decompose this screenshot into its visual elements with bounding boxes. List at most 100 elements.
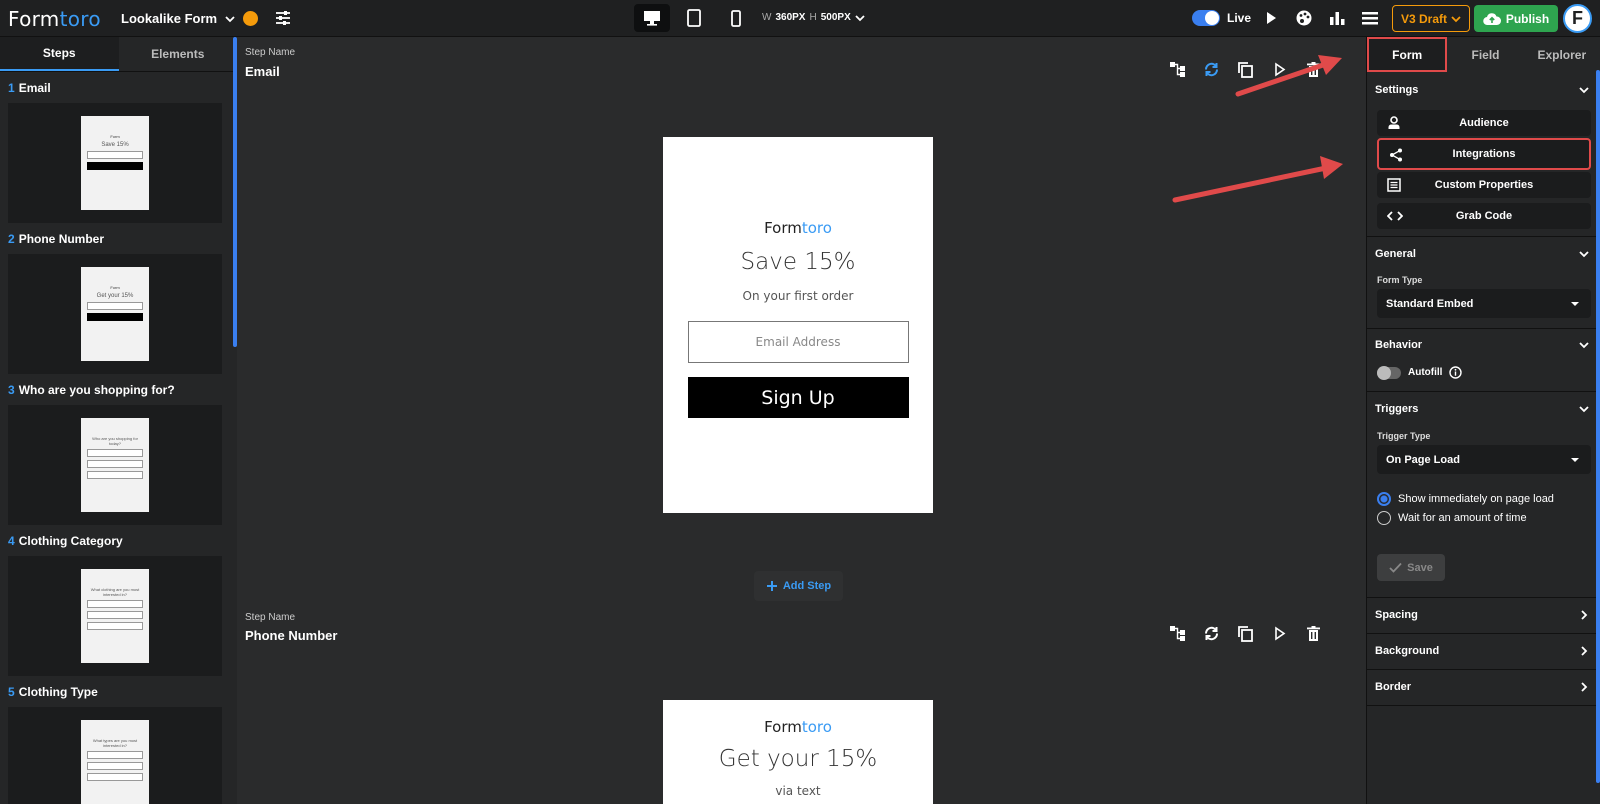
tab-elements[interactable]: Elements bbox=[119, 37, 238, 71]
settings-section-header[interactable]: Settings bbox=[1375, 84, 1589, 96]
sign-up-button[interactable]: Sign Up bbox=[687, 377, 909, 418]
step-toolbar bbox=[1169, 61, 1322, 78]
list-icon bbox=[1387, 178, 1401, 192]
duplicate-icon[interactable] bbox=[1237, 61, 1254, 78]
triggers-section-header[interactable]: Triggers bbox=[1375, 403, 1589, 415]
step-item[interactable]: 5 Clothing Type What types are you most i… bbox=[0, 676, 237, 804]
height-value: 500PX bbox=[820, 12, 851, 23]
step-title: 5 Clothing Type bbox=[8, 685, 98, 699]
tablet-icon[interactable] bbox=[676, 4, 712, 32]
trash-icon[interactable] bbox=[1305, 625, 1322, 642]
radio-wait-time[interactable]: Wait for an amount of time bbox=[1377, 511, 1527, 525]
trigger-type-select[interactable]: On Page Load bbox=[1377, 445, 1591, 474]
tab-field[interactable]: Field bbox=[1447, 37, 1523, 72]
divider bbox=[1367, 705, 1596, 706]
general-section-header[interactable]: General bbox=[1375, 248, 1589, 260]
info-icon[interactable] bbox=[1449, 366, 1463, 379]
step-item[interactable]: 4 Clothing Category What clothing are you… bbox=[0, 525, 237, 676]
step-thumbnail[interactable]: What types are you most interested in? bbox=[8, 707, 222, 804]
form-type-select[interactable]: Standard Embed bbox=[1377, 289, 1591, 318]
step-item[interactable]: 2 Phone Number Form Get your 15% bbox=[0, 223, 237, 374]
desktop-icon[interactable] bbox=[634, 4, 670, 32]
form-preview-phone[interactable]: Formtoro Get your 15% via text bbox=[663, 700, 933, 804]
audience-button[interactable]: Audience bbox=[1377, 110, 1591, 136]
check-icon bbox=[1389, 562, 1402, 573]
app-logo[interactable]: Formtoro bbox=[8, 7, 101, 31]
background-section-header[interactable]: Background bbox=[1375, 645, 1589, 657]
behavior-section-header[interactable]: Behavior bbox=[1375, 339, 1589, 351]
email-input[interactable]: Email Address bbox=[687, 321, 909, 363]
step-thumbnail[interactable]: Form Get your 15% bbox=[8, 254, 222, 374]
menu-icon[interactable] bbox=[1361, 9, 1379, 27]
device-switcher bbox=[634, 4, 754, 32]
chevron-down-icon bbox=[1579, 251, 1589, 258]
logo-text-a: Form bbox=[8, 7, 60, 31]
live-toggle[interactable]: Live bbox=[1192, 10, 1251, 26]
tab-form[interactable]: Form bbox=[1367, 37, 1448, 72]
publish-button[interactable]: Publish bbox=[1474, 5, 1558, 32]
divider bbox=[1367, 669, 1596, 670]
flow-icon[interactable] bbox=[1169, 625, 1186, 642]
play-icon[interactable] bbox=[1271, 625, 1288, 642]
version-label: V3 Draft bbox=[1400, 11, 1447, 26]
chevron-down-icon bbox=[1579, 406, 1589, 413]
right-tabs: Form Field Explorer bbox=[1367, 37, 1600, 72]
logo-text-b: toro bbox=[59, 7, 101, 31]
form-name-dropdown[interactable]: Lookalike Form bbox=[121, 11, 235, 26]
steps-panel: Steps Elements 1 Email Form Save 15% 2 Pho… bbox=[0, 37, 237, 804]
right-scrollbar[interactable] bbox=[1596, 70, 1600, 783]
flow-icon[interactable] bbox=[1169, 61, 1186, 78]
mini-form: What clothing are you most interested in… bbox=[81, 569, 149, 663]
palette-icon[interactable] bbox=[1295, 9, 1313, 27]
form-preview-email[interactable]: Formtoro Save 15% On your first order Em… bbox=[663, 137, 933, 513]
form-type-label: Form Type bbox=[1377, 275, 1423, 285]
width-value: 360PX bbox=[775, 12, 806, 23]
dimensions-dropdown[interactable]: W 360PX H 500PX bbox=[762, 12, 865, 23]
add-step-label: Add Step bbox=[782, 580, 832, 592]
autofill-switch[interactable] bbox=[1377, 365, 1401, 380]
play-icon[interactable] bbox=[1271, 61, 1288, 78]
trash-icon[interactable] bbox=[1305, 61, 1322, 78]
code-icon bbox=[1387, 211, 1403, 221]
step-name-value[interactable]: Phone Number bbox=[245, 628, 337, 643]
avatar[interactable]: F bbox=[1563, 4, 1592, 33]
add-step-button[interactable]: Add Step bbox=[754, 571, 843, 601]
bar-chart-icon[interactable] bbox=[1328, 9, 1346, 27]
border-section-header[interactable]: Border bbox=[1375, 681, 1589, 693]
custom-properties-button[interactable]: Custom Properties bbox=[1377, 172, 1591, 198]
radio-button-selected[interactable] bbox=[1377, 492, 1391, 506]
form-subheading[interactable]: via text bbox=[775, 784, 820, 798]
cloud-upload-icon bbox=[1483, 12, 1501, 25]
tab-steps[interactable]: Steps bbox=[0, 37, 119, 71]
step-item[interactable]: 3 Who are you shopping for? Who are you s… bbox=[0, 374, 237, 525]
refresh-icon[interactable] bbox=[1203, 625, 1220, 642]
plus-icon bbox=[766, 581, 777, 591]
step-thumbnail[interactable]: What clothing are you most interested in… bbox=[8, 556, 222, 676]
left-tabs: Steps Elements bbox=[0, 37, 237, 72]
share-icon bbox=[1390, 148, 1402, 162]
duplicate-icon[interactable] bbox=[1237, 625, 1254, 642]
step-thumbnail[interactable]: Who are you shopping for today? bbox=[8, 405, 222, 525]
mobile-icon[interactable] bbox=[718, 4, 754, 32]
live-switch[interactable] bbox=[1192, 10, 1220, 26]
save-button[interactable]: Save bbox=[1377, 554, 1445, 581]
refresh-icon[interactable] bbox=[1203, 61, 1220, 78]
step-thumbnail[interactable]: Form Save 15% bbox=[8, 103, 222, 223]
step-name-value[interactable]: Email bbox=[245, 64, 280, 79]
radio-button[interactable] bbox=[1377, 511, 1391, 525]
radio-show-immediately[interactable]: Show immediately on page load bbox=[1377, 492, 1554, 506]
integrations-button[interactable]: Integrations bbox=[1377, 138, 1591, 170]
play-icon[interactable] bbox=[1262, 9, 1280, 27]
form-heading[interactable]: Save 15% bbox=[741, 249, 856, 275]
top-bar: Formtoro Lookalike Form W 360PX H 500PX Li… bbox=[0, 0, 1600, 37]
version-dropdown[interactable]: V3 Draft bbox=[1392, 5, 1470, 32]
tab-explorer[interactable]: Explorer bbox=[1524, 37, 1600, 72]
step-title: 2 Phone Number bbox=[8, 232, 105, 246]
autofill-toggle[interactable]: Autofill bbox=[1377, 365, 1463, 380]
grab-code-button[interactable]: Grab Code bbox=[1377, 203, 1591, 229]
spacing-section-header[interactable]: Spacing bbox=[1375, 609, 1589, 621]
sliders-icon[interactable] bbox=[274, 9, 292, 32]
form-heading[interactable]: Get your 15% bbox=[719, 746, 877, 772]
step-item[interactable]: 1 Email Form Save 15% bbox=[0, 72, 237, 223]
form-subheading[interactable]: On your first order bbox=[743, 289, 854, 303]
